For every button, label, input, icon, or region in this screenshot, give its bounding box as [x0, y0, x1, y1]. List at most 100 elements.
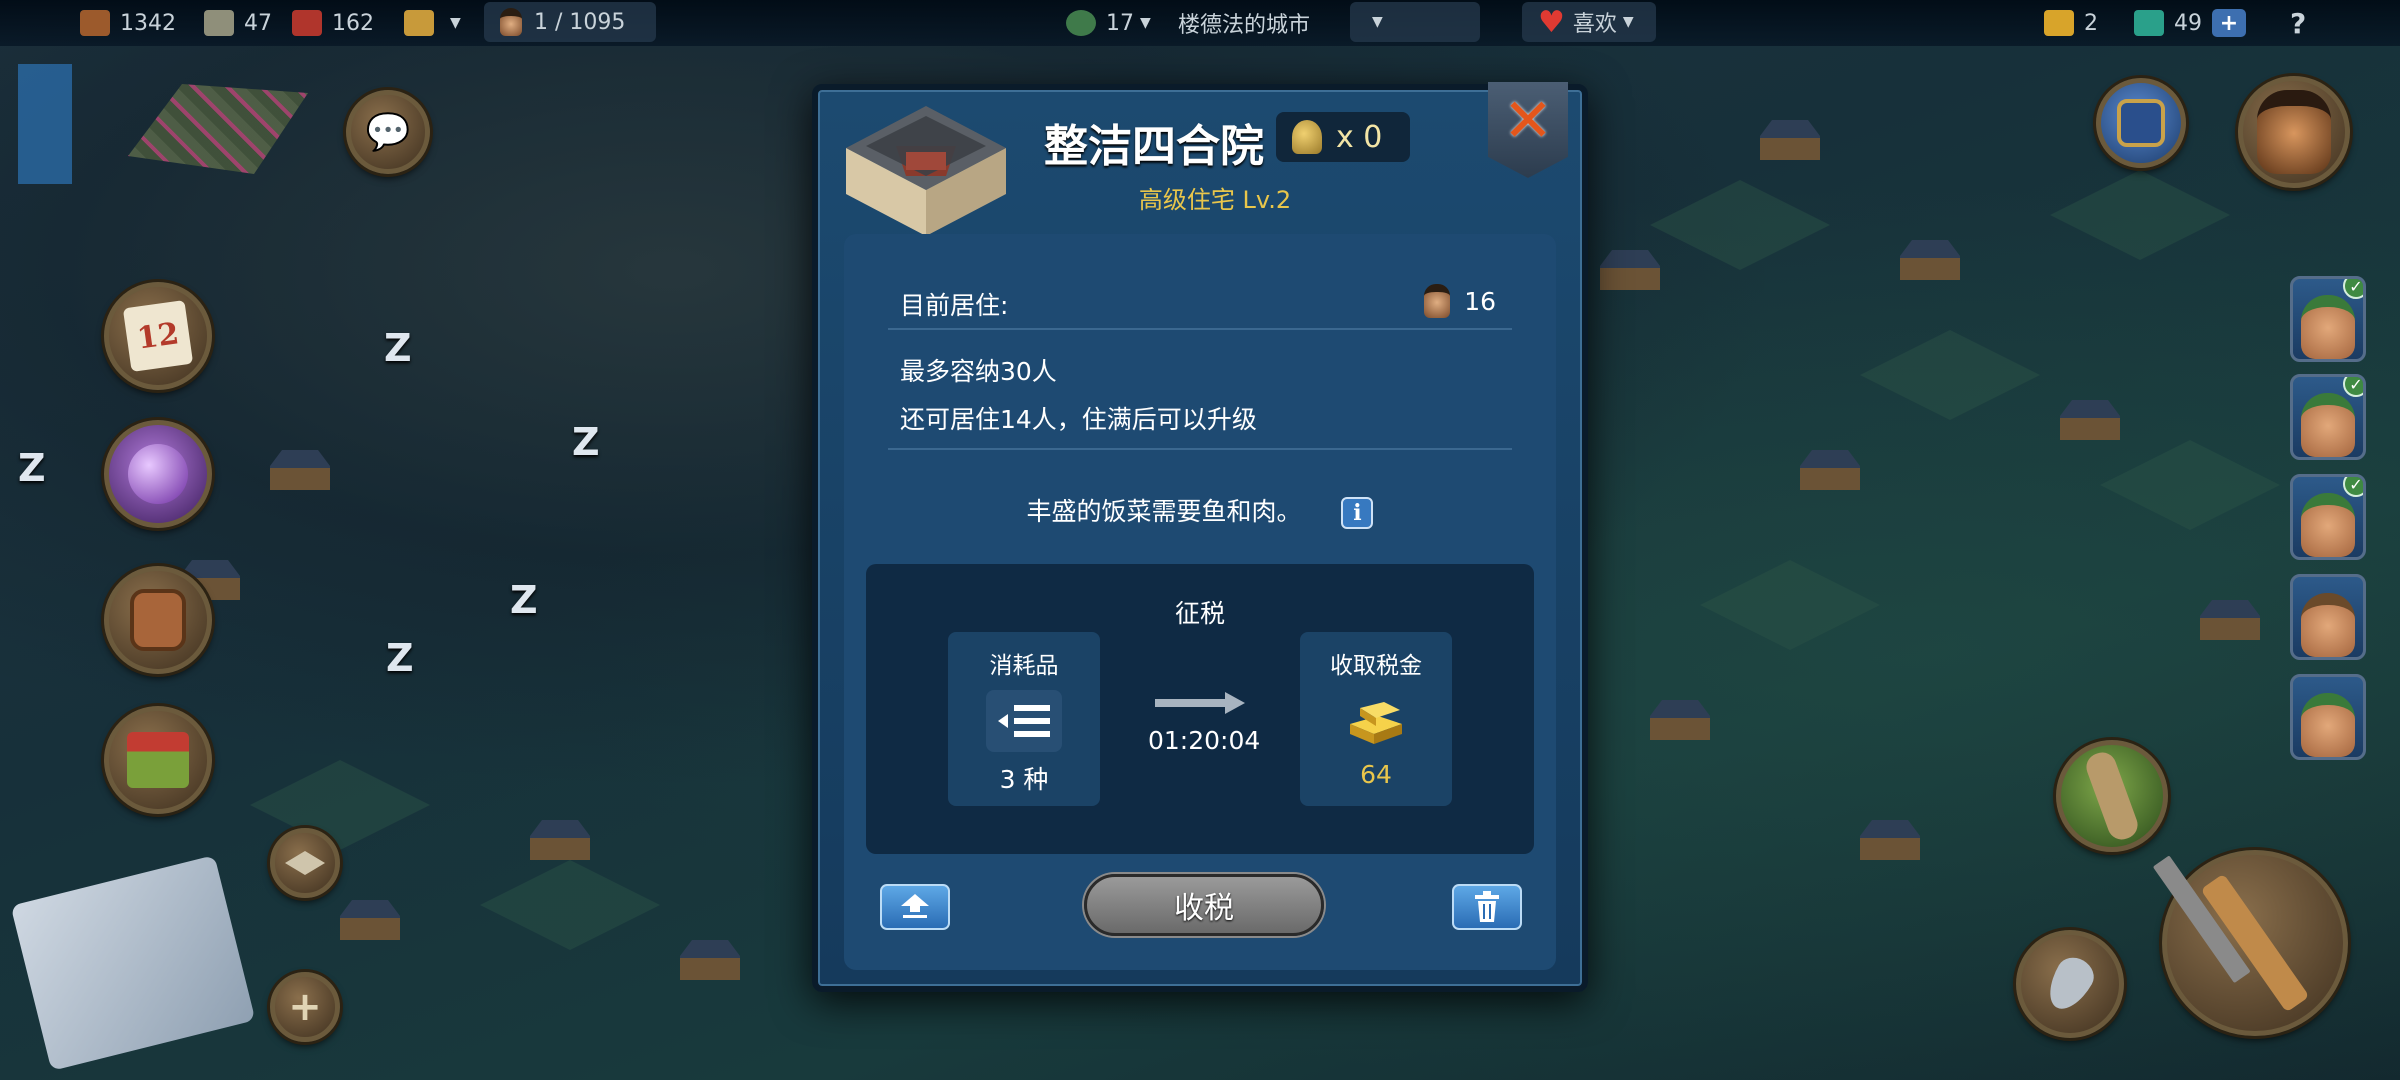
- add-gems-button[interactable]: +: [2212, 9, 2246, 37]
- road-icon: [2082, 748, 2142, 844]
- market-cart-icon: [127, 732, 189, 788]
- worker-portrait-2[interactable]: ✓: [2290, 374, 2366, 460]
- worker-portrait-4[interactable]: [2290, 574, 2366, 660]
- worker-face-icon: [2301, 693, 2355, 757]
- resident-label: 目前居住:: [900, 291, 1009, 320]
- layers-button[interactable]: [270, 828, 340, 898]
- collect-tax-button[interactable]: 收税: [1084, 874, 1324, 936]
- potion-button[interactable]: [104, 420, 212, 528]
- wood-icon: [80, 10, 110, 36]
- chevron-down-icon: ▼: [1372, 14, 1383, 30]
- population-counter[interactable]: 1 / 1095: [484, 2, 656, 42]
- checkmark-icon: ✓: [2343, 477, 2363, 497]
- chevron-down-icon: ▼: [1622, 14, 1634, 30]
- layers-icon: [285, 851, 325, 875]
- resource-dropdown[interactable]: ▼: [404, 0, 461, 46]
- speech-bubble-icon: 💬: [365, 112, 411, 153]
- food-selector[interactable]: ▼: [1350, 2, 1480, 42]
- blueprint-icon: [10, 855, 256, 1071]
- resident-count: 16: [1424, 284, 1496, 318]
- blueprint-map-button[interactable]: [8, 855, 256, 1071]
- tax-timer: 01:20:04: [1148, 692, 1261, 755]
- gold-bar-icon: [2044, 10, 2074, 36]
- gold-bars-resource[interactable]: 2: [2044, 0, 2098, 46]
- planks-icon: [204, 10, 234, 36]
- soldier-counter[interactable]: x 0: [1276, 112, 1410, 162]
- advisor-face-icon: [2257, 90, 2331, 174]
- list-icon: [986, 690, 1062, 752]
- build-hammer-button[interactable]: [2162, 850, 2348, 1036]
- help-button[interactable]: ?: [2290, 0, 2306, 46]
- shovel-button[interactable]: [2016, 930, 2124, 1038]
- worker-face-icon: [2301, 493, 2355, 557]
- food-note: 丰盛的饭菜需要鱼和肉。 i: [844, 492, 1556, 529]
- tax-reward-card[interactable]: 收取税金 64: [1300, 632, 1452, 806]
- worker-portrait-5[interactable]: [2290, 674, 2366, 760]
- worker-face-icon: [2301, 393, 2355, 457]
- citizen-icon: [500, 8, 522, 36]
- laurel-icon: [1066, 10, 1096, 36]
- close-icon: ✕: [1502, 86, 1554, 156]
- citizen-icon: [1424, 284, 1451, 318]
- building-info-dialog: 整洁四合院 x 0 高级住宅 Lv.2 ✕ 目前居住: 16 最多容纳30人 还…: [812, 82, 1588, 992]
- worker-face-icon: [2301, 593, 2355, 657]
- sleep-indicator: Z: [386, 636, 414, 680]
- minimap[interactable]: [18, 64, 318, 234]
- tax-amount: 64: [1360, 760, 1392, 789]
- road-button[interactable]: [2056, 740, 2168, 852]
- planks-resource[interactable]: 47: [204, 0, 272, 46]
- upgrade-button[interactable]: [880, 884, 950, 930]
- level-indicator[interactable]: 17 ▼: [1066, 0, 1151, 46]
- city-name[interactable]: 楼德法的城市: [1178, 0, 1310, 46]
- upgrade-icon: [901, 894, 929, 918]
- heart-icon: ♥: [1538, 4, 1565, 40]
- dialog-header: 整洁四合院 x 0 高级住宅 Lv.2 ✕: [818, 82, 1582, 236]
- gem-icon: [2134, 10, 2164, 36]
- crown-shield-icon: [2117, 99, 2165, 147]
- worker-portrait-1[interactable]: ✓: [2290, 276, 2366, 362]
- calendar-icon: 12: [122, 299, 194, 373]
- info-panel: 目前居住: 16 最多容纳30人 还可居住14人，住满后可以升级 丰盛的饭菜需要…: [844, 234, 1556, 970]
- demolish-button[interactable]: [1452, 884, 1522, 930]
- chat-button[interactable]: 💬: [346, 90, 430, 174]
- advisor-portrait[interactable]: [2238, 76, 2350, 188]
- top-resource-bar: 1342 47 162 ▼ 1 / 1095 17 ▼ 楼德法的城市 ▼ ♥ 喜…: [0, 0, 2400, 46]
- potion-icon: [128, 444, 188, 504]
- capacity-text: 最多容纳30人: [900, 357, 1057, 386]
- happiness-selector[interactable]: ♥ 喜欢 ▼: [1522, 2, 1656, 42]
- bricks-icon: [292, 10, 322, 36]
- backpack-icon: [130, 589, 186, 651]
- sleep-indicator: Z: [510, 578, 538, 622]
- sleep-indicator: Z: [384, 326, 412, 370]
- arrow-right-icon: [1155, 692, 1245, 714]
- bricks-resource[interactable]: 162: [292, 0, 374, 46]
- calendar-button[interactable]: 12: [104, 282, 212, 390]
- gold-ingot-icon: [1350, 702, 1402, 744]
- checkmark-icon: ✓: [2343, 377, 2363, 397]
- dialog-title: 整洁四合院: [1044, 121, 1264, 172]
- close-button[interactable]: ✕: [1488, 82, 1568, 178]
- add-button[interactable]: +: [270, 972, 340, 1042]
- remaining-text: 还可居住14人，住满后可以升级: [900, 405, 1257, 434]
- collect-tax-label: 收取税金: [1330, 653, 1422, 679]
- tax-title: 征税: [1174, 599, 1225, 628]
- trash-icon: [1475, 891, 1499, 922]
- consumables-value: 3 种: [999, 765, 1049, 794]
- helmet-icon: [1292, 120, 1322, 154]
- checkmark-icon: ✓: [2343, 279, 2363, 299]
- courtyard-house-icon: [846, 106, 1006, 236]
- wood-resource[interactable]: 1342: [80, 0, 176, 46]
- tax-section: 征税 消耗品 3 种 01:20:04 收取税金 64: [866, 564, 1534, 854]
- worker-portrait-3[interactable]: ✓: [2290, 474, 2366, 560]
- backpack-button[interactable]: [104, 566, 212, 674]
- worker-face-icon: [2301, 295, 2355, 359]
- chevron-down-icon: ▼: [450, 15, 461, 31]
- market-button[interactable]: [104, 706, 212, 814]
- gems-resource[interactable]: 49 +: [2134, 0, 2246, 46]
- consumables-card[interactable]: 消耗品 3 种: [948, 632, 1100, 806]
- timer-text: 01:20:04: [1148, 726, 1261, 755]
- shovel-icon: [2040, 951, 2100, 1017]
- info-icon[interactable]: i: [1341, 497, 1374, 529]
- kingdom-button[interactable]: [2096, 78, 2186, 168]
- hammer-icon: [2200, 873, 2310, 1013]
